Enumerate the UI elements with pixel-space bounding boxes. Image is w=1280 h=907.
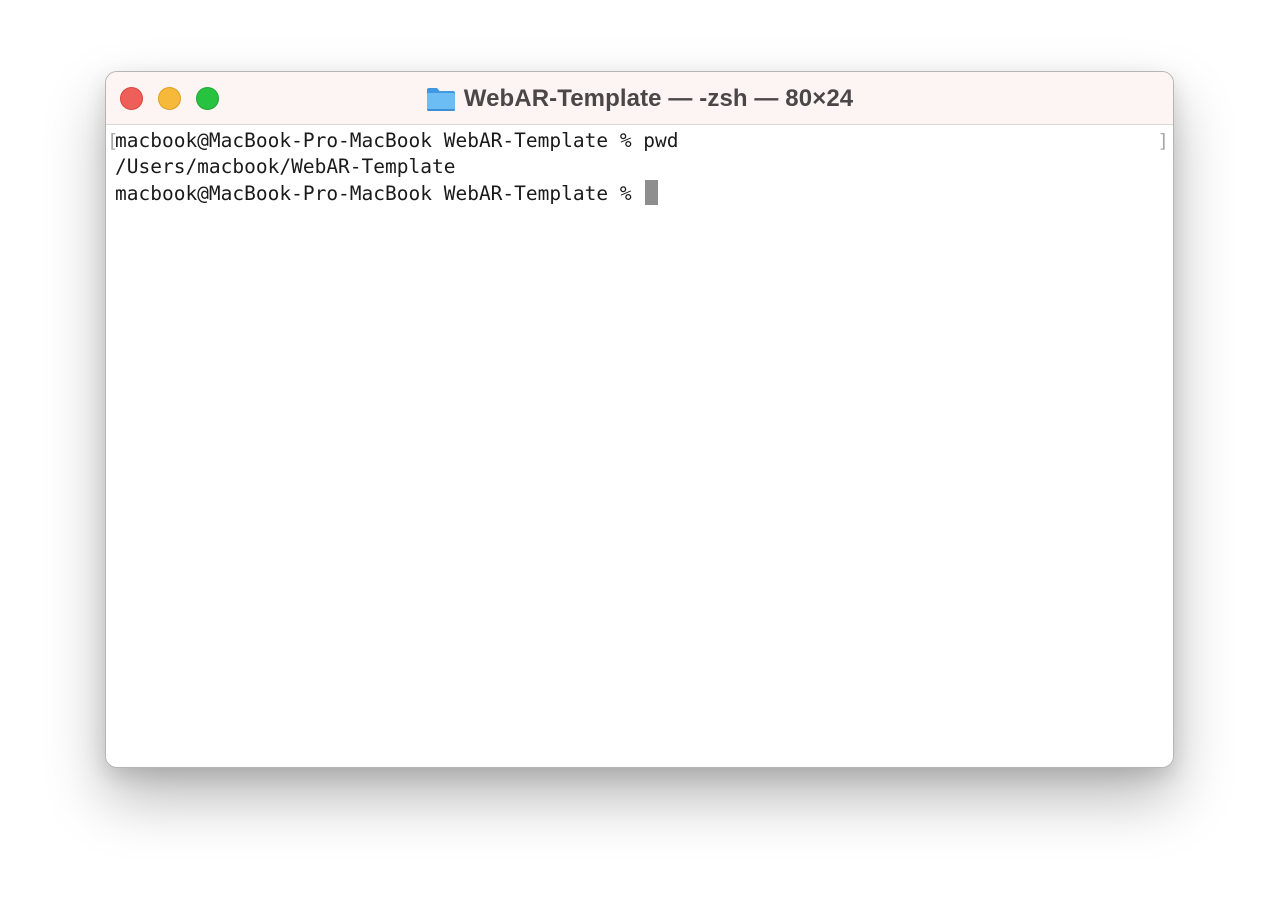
command-line-text: macbook@MacBook-Pro-MacBook WebAR-Templa…	[115, 129, 679, 152]
output-line-text: /Users/macbook/WebAR-Template	[115, 155, 456, 178]
terminal-window[interactable]: WebAR-Template — -zsh — 80×24 [ ] macboo…	[105, 71, 1174, 768]
title-text: WebAR-Template — -zsh — 80×24	[463, 84, 854, 112]
scrollback-marker-right: ]	[1157, 130, 1169, 152]
text-cursor	[645, 180, 659, 205]
terminal-line: /Users/macbook/WebAR-Template	[115, 154, 455, 180]
terminal-line: macbook@MacBook-Pro-MacBook WebAR-Templa…	[115, 180, 659, 206]
title-bar[interactable]: WebAR-Template — -zsh — 80×24	[106, 72, 1173, 125]
folder-icon	[426, 86, 456, 112]
terminal-line: macbook@MacBook-Pro-MacBook WebAR-Templa…	[115, 128, 679, 154]
zoom-button[interactable]	[196, 87, 219, 110]
terminal-content[interactable]: [ ] macbook@MacBook-Pro-MacBook WebAR-Te…	[106, 125, 1173, 767]
minimize-button[interactable]	[158, 87, 181, 110]
prompt-text: macbook@MacBook-Pro-MacBook WebAR-Templa…	[115, 182, 644, 205]
close-button[interactable]	[120, 87, 143, 110]
window-title: WebAR-Template — -zsh — 80×24	[426, 85, 853, 113]
